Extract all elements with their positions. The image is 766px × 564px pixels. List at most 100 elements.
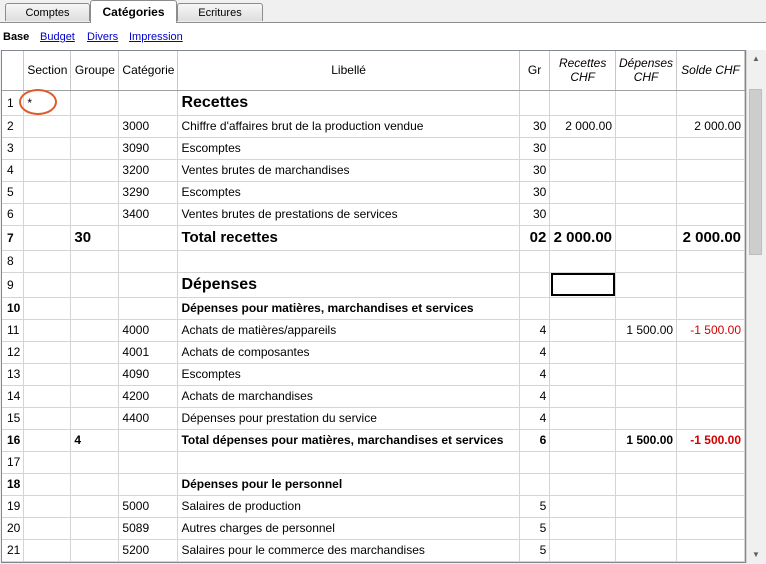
libelle-cell[interactable]: Dépenses — [177, 272, 520, 298]
categorie-cell[interactable] — [118, 250, 179, 273]
libelle-cell[interactable]: Dépenses pour prestation du service — [177, 407, 520, 430]
table-row[interactable]: 15 4400 Dépenses pour prestation du servic… — [2, 407, 745, 430]
depenses-cell[interactable] — [615, 385, 678, 408]
groupe-cell[interactable] — [70, 517, 120, 540]
section-cell[interactable] — [23, 363, 72, 386]
categorie-cell[interactable] — [118, 429, 179, 452]
libelle-cell[interactable]: Escomptes — [177, 363, 520, 386]
section-cell[interactable] — [23, 517, 72, 540]
depenses-cell[interactable] — [615, 407, 678, 430]
section-cell[interactable] — [23, 137, 72, 160]
section-cell[interactable] — [23, 473, 72, 496]
groupe-cell[interactable] — [70, 272, 120, 298]
gr-cell[interactable] — [519, 272, 551, 298]
gr-cell[interactable]: 30 — [519, 159, 551, 182]
groupe-cell[interactable] — [70, 341, 120, 364]
recettes-cell[interactable] — [549, 429, 616, 452]
gr-cell[interactable]: 6 — [519, 429, 551, 452]
categorie-cell[interactable] — [118, 272, 179, 298]
tab-categories[interactable]: Catégories — [90, 0, 177, 23]
recettes-cell[interactable] — [549, 495, 616, 518]
view-budget[interactable]: Budget — [40, 31, 75, 43]
scroll-thumb[interactable] — [749, 89, 762, 255]
gr-cell[interactable]: 02 — [519, 225, 551, 251]
gr-cell[interactable]: 5 — [519, 517, 551, 540]
table-row[interactable]: 20 5089 Autres charges de personnel 5 — [2, 517, 745, 540]
solde-cell[interactable] — [676, 517, 745, 540]
gr-cell[interactable]: 4 — [519, 341, 551, 364]
gr-cell[interactable] — [519, 250, 551, 273]
categorie-cell[interactable] — [118, 90, 179, 116]
solde-cell[interactable] — [676, 250, 745, 273]
column-header-solde[interactable]: Solde CHF — [676, 51, 745, 91]
groupe-cell[interactable]: 4 — [70, 429, 120, 452]
view-divers[interactable]: Divers — [87, 31, 118, 43]
groupe-cell[interactable] — [70, 451, 120, 474]
column-header-section[interactable]: Section — [23, 51, 72, 91]
solde-cell[interactable] — [676, 495, 745, 518]
categorie-cell[interactable]: 3090 — [118, 137, 179, 160]
table-row[interactable]: 19 5000 Salaires de production 5 — [2, 495, 745, 518]
table-row[interactable]: 9 Dépenses — [2, 272, 745, 298]
section-cell[interactable] — [23, 272, 72, 298]
tab-ecritures[interactable]: Ecritures — [177, 3, 263, 21]
section-cell[interactable] — [23, 495, 72, 518]
section-cell[interactable] — [23, 407, 72, 430]
recettes-cell[interactable] — [549, 341, 616, 364]
section-cell[interactable] — [23, 203, 72, 226]
gr-cell[interactable]: 4 — [519, 407, 551, 430]
recettes-cell[interactable] — [549, 90, 616, 116]
groupe-cell[interactable] — [70, 363, 120, 386]
scroll-down-arrow-icon[interactable]: ▼ — [747, 546, 765, 563]
section-cell[interactable] — [23, 539, 72, 562]
categorie-cell[interactable] — [118, 451, 179, 474]
section-cell[interactable] — [23, 385, 72, 408]
groupe-cell[interactable] — [70, 90, 120, 116]
gr-cell[interactable]: 4 — [519, 363, 551, 386]
depenses-cell[interactable] — [615, 517, 678, 540]
categorie-cell[interactable]: 3200 — [118, 159, 179, 182]
recettes-cell[interactable] — [549, 181, 616, 204]
tab-comptes[interactable]: Comptes — [5, 3, 90, 21]
depenses-cell[interactable] — [615, 159, 678, 182]
column-header-gr[interactable]: Gr — [519, 51, 551, 91]
categorie-cell[interactable]: 5200 — [118, 539, 179, 562]
depenses-cell[interactable] — [615, 250, 678, 273]
section-cell[interactable] — [23, 451, 72, 474]
depenses-cell[interactable] — [615, 451, 678, 474]
recettes-cell[interactable] — [549, 319, 616, 342]
depenses-cell[interactable] — [615, 539, 678, 562]
recettes-cell[interactable] — [549, 407, 616, 430]
section-cell[interactable] — [23, 159, 72, 182]
depenses-cell[interactable]: 1 500.00 — [615, 319, 678, 342]
libelle-cell[interactable]: Recettes — [177, 90, 520, 116]
table-row[interactable]: 5 3290 Escomptes 30 — [2, 181, 745, 204]
gr-cell[interactable]: 5 — [519, 495, 551, 518]
recettes-cell[interactable] — [549, 159, 616, 182]
libelle-cell[interactable]: Total recettes — [177, 225, 520, 251]
groupe-cell[interactable] — [70, 473, 120, 496]
table-row[interactable]: 10 Dépenses pour matières, marchandises e… — [2, 297, 745, 320]
column-header-recettes[interactable]: Recettes CHF — [549, 51, 616, 91]
section-cell[interactable] — [23, 250, 72, 273]
solde-cell[interactable] — [676, 181, 745, 204]
depenses-cell[interactable] — [615, 225, 678, 251]
categorie-cell[interactable]: 5089 — [118, 517, 179, 540]
libelle-cell[interactable] — [177, 451, 520, 474]
categorie-cell[interactable]: 4001 — [118, 341, 179, 364]
libelle-cell[interactable]: Dépenses pour le personnel — [177, 473, 520, 496]
solde-cell[interactable]: -1 500.00 — [676, 319, 745, 342]
depenses-cell[interactable] — [615, 137, 678, 160]
categorie-cell[interactable]: 3290 — [118, 181, 179, 204]
gr-cell[interactable]: 30 — [519, 137, 551, 160]
libelle-cell[interactable]: Ventes brutes de marchandises — [177, 159, 520, 182]
recettes-cell[interactable]: 2 000.00 — [549, 115, 616, 138]
depenses-cell[interactable] — [615, 181, 678, 204]
depenses-cell[interactable] — [615, 115, 678, 138]
gr-cell[interactable] — [519, 473, 551, 496]
recettes-cell[interactable] — [549, 363, 616, 386]
libelle-cell[interactable]: Salaires pour le commerce des marchandis… — [177, 539, 520, 562]
libelle-cell[interactable]: Achats de marchandises — [177, 385, 520, 408]
groupe-cell[interactable] — [70, 539, 120, 562]
depenses-cell[interactable] — [615, 297, 678, 320]
